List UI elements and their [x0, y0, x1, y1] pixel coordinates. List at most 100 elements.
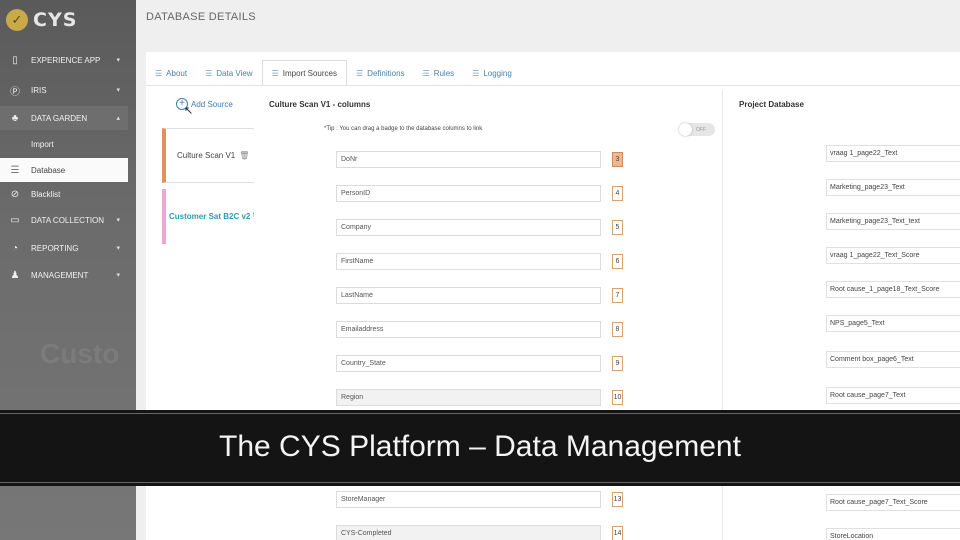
database-column[interactable]: vraag 1_page22_Text [826, 145, 960, 162]
column-field[interactable]: Region [336, 389, 601, 406]
users-icon: ♟ [10, 269, 20, 281]
chevron-down-icon: ▾ [116, 272, 120, 279]
logo[interactable]: ✓ CYS [6, 8, 77, 32]
sidebar-item-label: IRIS [31, 85, 47, 95]
project-database-header: Project Database [739, 100, 804, 109]
database-column[interactable]: Root cause_1_page18_Text_Score [826, 281, 960, 298]
sidebar-item-import[interactable]: Import [0, 132, 128, 156]
column-badge[interactable]: 14 [612, 526, 623, 540]
sidebar-item-label: Database [31, 165, 66, 175]
sidebar-item-database[interactable]: ☰ Database [0, 158, 128, 182]
p-circle-icon: Ⓟ [10, 86, 20, 98]
inbox-icon: ▭ [10, 214, 20, 226]
mouse-cursor-icon: ↖ [184, 105, 194, 117]
tab-about[interactable]: ☰ About [146, 60, 196, 86]
column-name: Emailaddress [341, 326, 384, 333]
tab-label: Logging [483, 68, 512, 78]
sidebar-item-label: Blacklist [31, 189, 61, 199]
sidebar-item-data-collection[interactable]: ▭ DATA COLLECTION ▾ [0, 208, 128, 232]
tab-bar: ☰ About ☰ Data View ☰ Import Sources ☰ Defin… [146, 60, 521, 86]
sidebar-item-label: DATA GARDEN [31, 113, 88, 123]
database-column[interactable]: NPS_page5_Text [826, 315, 960, 332]
sidebar-item-label: MANAGEMENT [31, 270, 89, 280]
sidebar-item-iris[interactable]: Ⓟ IRIS ▾ [0, 78, 128, 102]
column-field[interactable]: FirstName [336, 253, 601, 270]
column-badge[interactable]: 6 [612, 254, 623, 269]
tab-import-sources[interactable]: ☰ Import Sources [261, 60, 347, 86]
tab-label: About [166, 68, 188, 78]
column-badge[interactable]: 5 [612, 220, 623, 235]
tab-label: Data View [216, 68, 253, 78]
column-field[interactable]: Emailaddress [336, 321, 601, 338]
database-column[interactable]: vraag 1_page22_Text_Score [826, 247, 960, 264]
column-badge[interactable]: 3 [612, 152, 623, 167]
column-badge[interactable]: 7 [612, 288, 623, 303]
column-name: Company [341, 224, 371, 231]
database-column[interactable]: Marketing_page23_Text_text [826, 213, 960, 230]
column-field[interactable]: LastName [336, 287, 601, 304]
cys-logo-icon: ✓ [6, 9, 28, 31]
column-badge[interactable]: 10 [612, 390, 623, 405]
list-icon: ☰ [472, 68, 480, 78]
link-toggle[interactable]: OFF [679, 123, 715, 136]
tab-divider [146, 85, 960, 86]
column-badge[interactable]: 13 [612, 492, 623, 507]
ban-icon: ⊘ [10, 188, 20, 200]
sidebar-item-label: DATA COLLECTION [31, 215, 105, 225]
tab-definitions[interactable]: ☰ Definitions [347, 60, 414, 86]
list-icon: ☰ [356, 68, 364, 78]
trash-icon[interactable]: 🗑 [239, 151, 249, 160]
toggle-label: OFF [696, 126, 706, 133]
tab-label: Import Sources [282, 69, 337, 78]
column-name: DoNr [341, 156, 358, 163]
column-name: Country_State [341, 360, 386, 367]
column-badge[interactable]: 8 [612, 322, 623, 337]
sidebar-item-blacklist[interactable]: ⊘ Blacklist [0, 182, 128, 206]
list-icon: ☰ [422, 68, 430, 78]
tab-label: Rules [433, 68, 455, 78]
pie-chart-icon: ◔ [11, 242, 19, 254]
list-icon: ☰ [155, 68, 163, 78]
database-column[interactable]: Root cause_page7_Text [826, 387, 960, 404]
column-field[interactable]: DoNr [336, 151, 601, 168]
database-column[interactable]: Comment box_page6_Text [826, 351, 960, 368]
tab-logging[interactable]: ☰ Logging [463, 60, 521, 86]
sidebar-item-label: Import [31, 139, 54, 149]
tab-label: Definitions [367, 68, 405, 78]
page-title: DATABASE DETAILS [146, 11, 256, 23]
chevron-down-icon: ▾ [116, 245, 120, 252]
column-name: StoreManager [341, 496, 386, 503]
database-column[interactable]: Marketing_page23_Text [826, 179, 960, 196]
sidebar-item-management[interactable]: ♟ MANAGEMENT ▾ [0, 263, 128, 287]
source-name: Customer Sat B2C v2 [169, 212, 251, 221]
chevron-up-icon: ▴ [116, 115, 120, 122]
add-source-label: Add Source [191, 99, 233, 109]
column-name: PersonID [341, 190, 371, 197]
column-badge[interactable]: 4 [612, 186, 623, 201]
source-card-culture-scan[interactable]: Culture Scan V1 🗑 [162, 128, 254, 183]
toggle-knob [679, 123, 692, 136]
list-icon: ☰ [205, 68, 213, 78]
sidebar-item-reporting[interactable]: ◔ REPORTING ▾ [0, 236, 128, 260]
database-column[interactable]: StoreLocation [826, 528, 960, 540]
tab-rules[interactable]: ☰ Rules [414, 60, 464, 86]
database-icon: ☰ [10, 164, 20, 176]
brand-name: CYS [33, 9, 78, 31]
source-card-customer-sat[interactable]: Customer Sat B2C v2 🗑 [162, 189, 262, 244]
caption-banner: The CYS Platform – Data Management [0, 410, 960, 486]
sidebar-item-label: REPORTING [31, 243, 79, 253]
column-field[interactable]: CYS-Completed [336, 525, 601, 540]
phone-icon: ▯ [12, 54, 18, 66]
sidebar-item-experience-app[interactable]: ▯ EXPERIENCE APP ▾ [0, 48, 128, 72]
database-column[interactable]: Root cause_page7_Text_Score [826, 494, 960, 511]
sidebar-item-label: EXPERIENCE APP [31, 55, 101, 65]
column-field[interactable]: Company [336, 219, 601, 236]
sidebar-item-data-garden[interactable]: ♣ DATA GARDEN ▴ [0, 106, 128, 130]
column-field[interactable]: Country_State [336, 355, 601, 372]
column-badge[interactable]: 9 [612, 356, 623, 371]
chevron-down-icon: ▾ [116, 57, 120, 64]
column-field[interactable]: PersonID [336, 185, 601, 202]
drag-tip: *Tip : You can drag a badge to the datab… [324, 126, 483, 132]
column-field[interactable]: StoreManager [336, 491, 601, 508]
tab-data-view[interactable]: ☰ Data View [196, 60, 262, 86]
